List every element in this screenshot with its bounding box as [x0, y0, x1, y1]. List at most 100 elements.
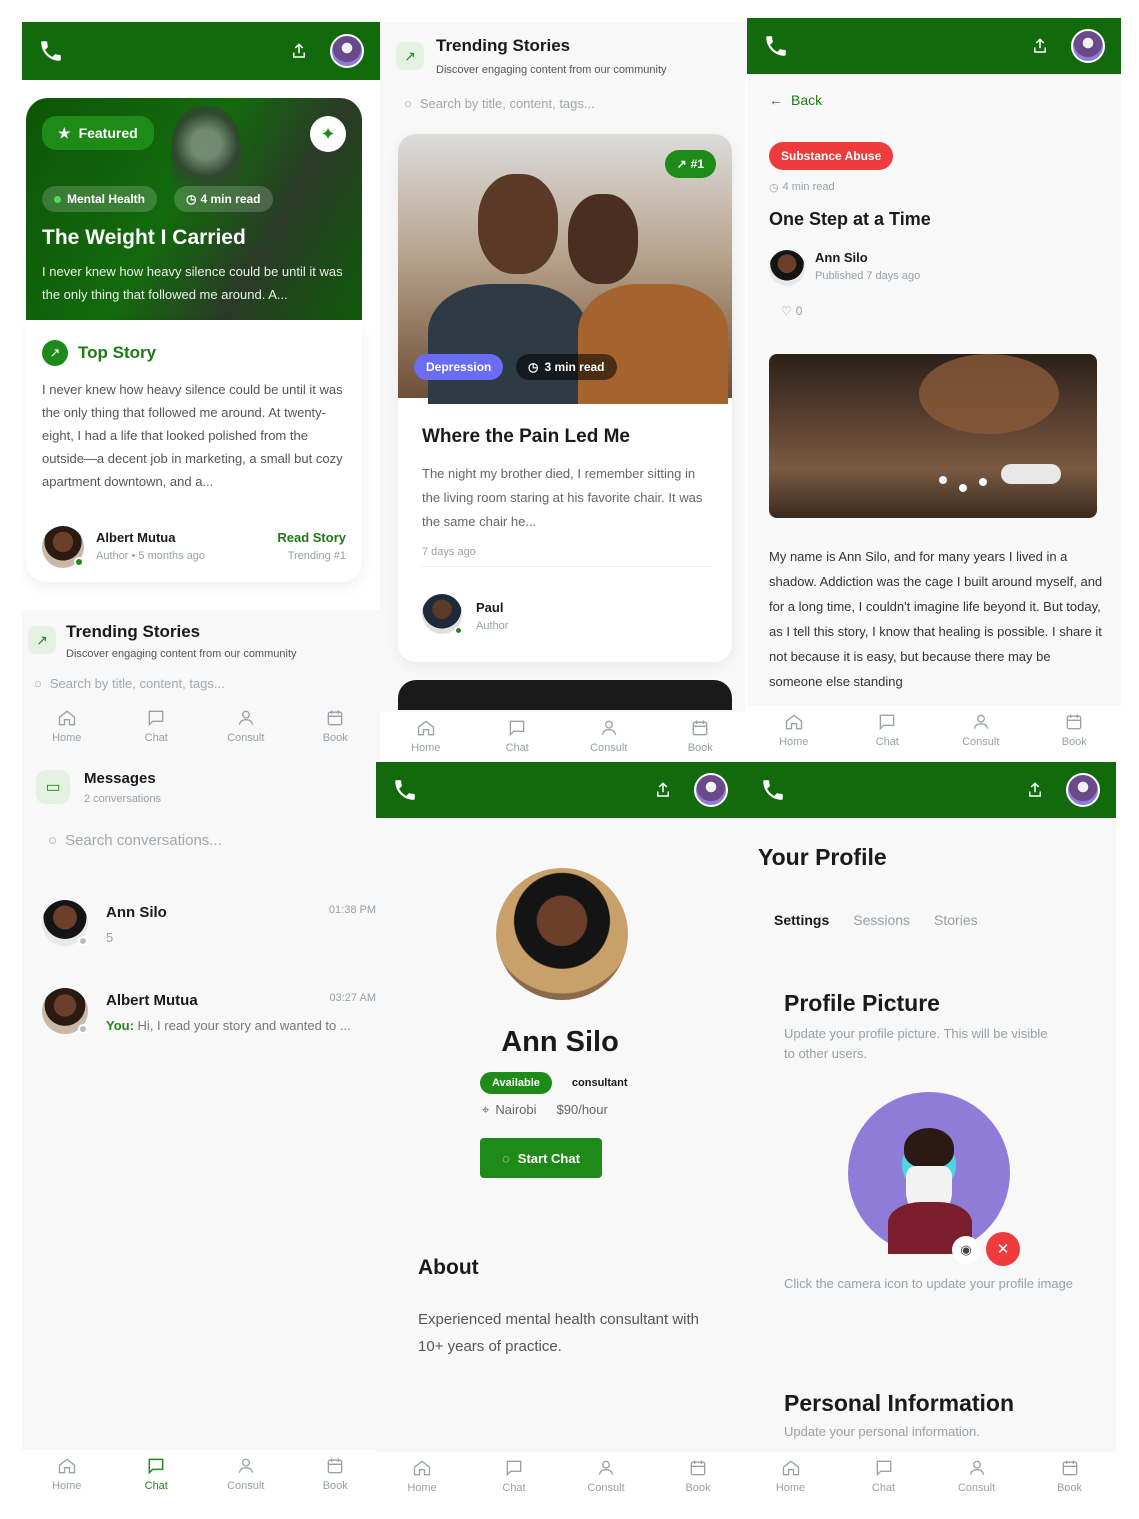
remove-photo-button[interactable]: ✕ — [986, 1232, 1020, 1266]
nav-consult[interactable]: Consult — [216, 708, 276, 744]
clock-icon: ◷ — [769, 182, 779, 194]
personal-info-title: Personal Information — [784, 1390, 1015, 1416]
trending-title: Trending Stories — [436, 36, 571, 55]
nav-home[interactable]: Home — [37, 1456, 97, 1508]
trending-title: Trending Stories — [66, 622, 201, 641]
story-time: 7 days ago — [422, 546, 476, 558]
sparkle-button[interactable]: ✦ — [310, 116, 346, 152]
search-icon: ○ — [404, 96, 412, 111]
profile-panel: Your Profile Settings Sessions Stories P… — [744, 762, 1116, 1508]
chat-icon: ▭ — [36, 770, 70, 804]
user-avatar[interactable] — [330, 34, 364, 68]
trending-subtitle: Discover engaging content from our commu… — [436, 64, 667, 76]
conversation-search-input[interactable]: ○ Search conversations... — [48, 832, 222, 849]
featured-story-panel: ★ Featured ✦ Mental Health ◷ 4 min read Th… — [22, 22, 380, 610]
phone-icon[interactable] — [763, 33, 789, 59]
heart-icon: ♡ — [781, 304, 792, 318]
start-chat-button[interactable]: ◌ Start Chat — [480, 1138, 602, 1178]
nav-book[interactable]: Book — [670, 718, 730, 758]
search-icon: ○ — [34, 676, 42, 691]
published-date: Published 7 days ago — [815, 270, 921, 282]
user-avatar[interactable] — [1066, 773, 1100, 807]
nav-book[interactable]: Book — [1040, 1458, 1100, 1508]
read-story-link[interactable]: Read Story — [277, 530, 346, 545]
nav-chat[interactable]: Chat — [854, 1458, 914, 1508]
story-card[interactable]: ↗ #1 Depression ◷ 3 min read Where the Pai… — [398, 134, 732, 662]
profile-title: Your Profile — [758, 844, 887, 870]
phone-icon[interactable] — [38, 38, 64, 64]
nav-chat[interactable]: Chat — [484, 1458, 544, 1508]
nav-home[interactable]: Home — [392, 1458, 452, 1508]
share-icon[interactable] — [654, 781, 672, 799]
user-icon — [969, 1460, 984, 1475]
consultant-name: Ann Silo — [501, 1026, 619, 1058]
message-preview: Hi, I read your story and wanted to ... — [137, 1018, 351, 1033]
like-button[interactable]: ♡ 0 — [781, 304, 802, 318]
profile-picture-hint: Click the camera icon to update your pro… — [784, 1276, 1074, 1291]
nav-home[interactable]: Home — [761, 1458, 821, 1508]
nav-book[interactable]: Book — [668, 1458, 728, 1508]
story-search-input[interactable]: ○ Search by title, content, tags... — [34, 676, 225, 691]
nav-consult[interactable]: Consult — [947, 1458, 1007, 1508]
author-name: Albert Mutua — [96, 530, 176, 545]
story-detail-panel: ← Back Substance Abuse ◷ 4 min read One St… — [747, 18, 1121, 758]
nav-consult[interactable]: Consult — [216, 1456, 276, 1508]
bottom-nav: Home Chat Consult Book — [22, 708, 380, 744]
nav-consult[interactable]: Consult — [951, 712, 1011, 758]
conversation-item[interactable]: Ann Silo 01:38 PM 5 — [42, 900, 376, 956]
user-avatar[interactable] — [694, 773, 728, 807]
nav-chat[interactable]: Chat — [857, 712, 917, 758]
phone-icon[interactable] — [760, 777, 786, 803]
you-label: You: — [106, 1018, 134, 1033]
sparkle-icon: ✦ — [320, 123, 336, 144]
bottom-nav: Home Chat Consult Book — [22, 1450, 380, 1508]
calendar-icon — [327, 710, 343, 726]
author-avatar[interactable] — [769, 250, 805, 286]
user-avatar[interactable] — [1071, 29, 1105, 63]
user-icon — [238, 1458, 254, 1473]
clock-icon: ◷ — [186, 192, 197, 206]
tab-sessions[interactable]: Sessions — [853, 912, 910, 928]
tab-settings[interactable]: Settings — [774, 912, 829, 928]
home-icon — [785, 714, 802, 730]
location: Nairobi — [495, 1102, 537, 1117]
next-story-card[interactable] — [398, 680, 732, 710]
nav-chat[interactable]: Chat — [126, 1456, 186, 1508]
read-time-badge: ◷ 4 min read — [174, 186, 273, 212]
profile-picture-desc: Update your profile picture. This will b… — [784, 1026, 1048, 1061]
top-bar — [22, 22, 380, 80]
story-title: Where the Pain Led Me — [422, 426, 630, 447]
nav-chat[interactable]: Chat — [126, 708, 186, 744]
share-icon[interactable] — [1031, 37, 1049, 55]
share-icon[interactable] — [1026, 781, 1044, 799]
personal-info-desc: Update your personal information. — [784, 1424, 980, 1439]
chat-icon — [879, 714, 895, 731]
nav-book[interactable]: Book — [305, 708, 365, 744]
back-button[interactable]: ← Back — [769, 92, 822, 108]
chat-icon — [506, 1460, 522, 1477]
nav-home[interactable]: Home — [764, 712, 824, 758]
tab-stories[interactable]: Stories — [934, 912, 978, 928]
nav-home[interactable]: Home — [396, 718, 456, 758]
rank-badge: ↗ #1 — [664, 150, 716, 178]
phone-icon[interactable] — [392, 777, 418, 803]
nav-book[interactable]: Book — [305, 1456, 365, 1508]
featured-card[interactable]: ★ Featured ✦ Mental Health ◷ 4 min read Th… — [26, 98, 362, 320]
nav-home[interactable]: Home — [37, 708, 97, 744]
featured-title: The Weight I Carried — [42, 226, 246, 249]
home-icon — [58, 710, 75, 726]
conversation-item[interactable]: Albert Mutua 03:27 AM You: Hi, I read yo… — [42, 988, 376, 1044]
trending-rank: Trending #1 — [287, 550, 346, 562]
story-search-input[interactable]: ○ Search by title, content, tags... — [404, 96, 595, 111]
camera-button[interactable]: ◉ — [952, 1236, 980, 1264]
share-icon[interactable] — [290, 42, 308, 60]
nav-consult[interactable]: Consult — [579, 718, 639, 758]
category-badge: Substance Abuse — [769, 142, 894, 170]
top-story-label: Top Story — [78, 343, 157, 362]
nav-book[interactable]: Book — [1044, 712, 1104, 758]
nav-consult[interactable]: Consult — [576, 1458, 636, 1508]
trending-up-icon: ↗ — [42, 340, 68, 366]
nav-chat[interactable]: Chat — [487, 718, 547, 758]
chat-icon — [148, 710, 164, 727]
story-image — [769, 354, 1097, 518]
